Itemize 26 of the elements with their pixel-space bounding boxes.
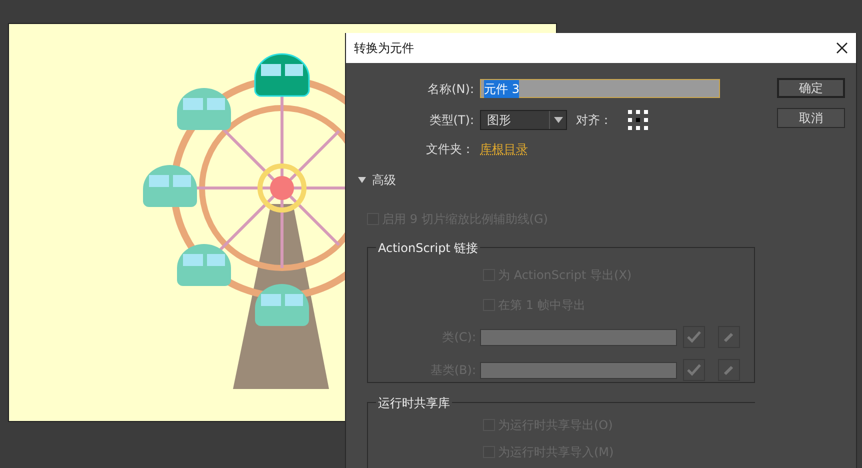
- field-label: 名称(N):: [426, 80, 474, 98]
- pencil-icon: [723, 331, 735, 343]
- collapse-toggle[interactable]: [358, 176, 366, 184]
- ok-button[interactable]: 确定: [777, 78, 845, 98]
- validate-button[interactable]: [683, 359, 705, 381]
- check-icon: [687, 331, 701, 343]
- edit-button[interactable]: [718, 326, 740, 348]
- field-label: 类型(T):: [428, 112, 474, 129]
- close-button[interactable]: [836, 42, 848, 54]
- caret-icon: [554, 117, 562, 123]
- section-header: 高级: [372, 172, 396, 189]
- registration-grid-icon[interactable]: [627, 109, 649, 131]
- name-field[interactable]: 元件 3: [480, 79, 720, 98]
- cancel-button[interactable]: 取消: [777, 108, 845, 128]
- field-label: 文件夹：: [425, 141, 474, 158]
- close-icon: [836, 42, 848, 54]
- dialog-title: 转换为元件: [354, 40, 414, 57]
- pencil-icon: [723, 364, 735, 376]
- check-icon: [687, 364, 701, 376]
- folder-link[interactable]: 库根目录: [480, 140, 528, 158]
- validate-button[interactable]: [683, 326, 705, 348]
- align-label: 对齐：: [576, 112, 612, 129]
- edit-button[interactable]: [718, 359, 740, 381]
- group-title: ActionScript 链接: [376, 239, 480, 257]
- group-title: 运行时共享库: [376, 394, 452, 412]
- type-dropdown[interactable]: 图形: [480, 110, 567, 130]
